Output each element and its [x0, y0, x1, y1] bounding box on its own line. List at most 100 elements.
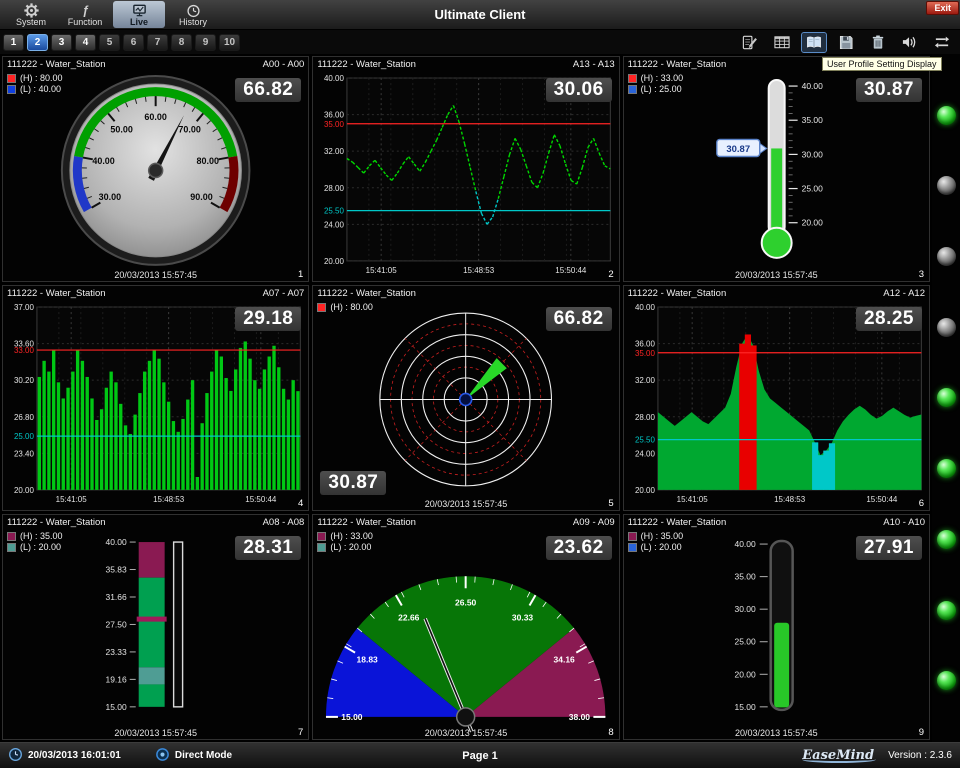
- sound-icon[interactable]: [898, 33, 922, 52]
- legend: (H) : 80.00(L) : 40.00: [7, 73, 63, 94]
- svg-text:35.00: 35.00: [734, 572, 755, 582]
- page-tab-10[interactable]: 10: [219, 34, 240, 51]
- led-indicator-4[interactable]: [937, 318, 956, 337]
- panel-5[interactable]: 111222 - Water_Station(H) : 80.0066.8230…: [312, 285, 619, 511]
- status-datetime: 20/03/2013 16:01:01: [28, 750, 121, 761]
- led-indicator-8[interactable]: [937, 601, 956, 620]
- led-indicator-6[interactable]: [937, 459, 956, 478]
- panel-header: 111222 - Water_StationA12 - A12: [624, 286, 929, 301]
- page-tab-4[interactable]: 4: [75, 34, 96, 51]
- status-bar: 20/03/2013 16:01:01 Direct Mode Page 1 E…: [0, 742, 960, 768]
- panel-header: 111222 - Water_StationA08 - A08: [3, 515, 308, 530]
- led-indicator-7[interactable]: [937, 530, 956, 549]
- station-label: 111222 - Water_Station: [628, 517, 727, 528]
- line-chart: 40.0036.0032.0028.0024.0020.0015:41:0515…: [313, 72, 618, 281]
- svg-text:20.00: 20.00: [801, 218, 822, 228]
- nav-tab-history[interactable]: History: [167, 1, 219, 28]
- nav-tab-system[interactable]: System: [5, 1, 57, 28]
- panel-header: 111222 - Water_StationA07 - A07: [3, 286, 308, 301]
- legend-swatch: [7, 532, 16, 541]
- sync-icon[interactable]: [930, 33, 954, 52]
- panel-2[interactable]: 111222 - Water_StationA13 - A1340.0036.0…: [312, 56, 619, 282]
- svg-text:30.33: 30.33: [512, 613, 533, 623]
- svg-text:38.00: 38.00: [569, 712, 590, 722]
- svg-text:31.66: 31.66: [106, 592, 127, 602]
- led-indicator-1[interactable]: [937, 106, 956, 125]
- nav-tab-label: History: [179, 17, 207, 27]
- led-indicator-9[interactable]: [937, 671, 956, 690]
- page-tab-5[interactable]: 5: [99, 34, 120, 51]
- nav-tab-label: Function: [68, 17, 103, 27]
- legend-swatch: [7, 543, 16, 552]
- save-icon[interactable]: [834, 33, 858, 52]
- page-tab-8[interactable]: 8: [171, 34, 192, 51]
- datetime-group: 20/03/2013 16:01:01: [8, 747, 121, 765]
- svg-text:30.20: 30.20: [14, 376, 34, 385]
- led-indicator-2[interactable]: [937, 176, 956, 195]
- page-tab-6[interactable]: 6: [123, 34, 144, 51]
- timestamp: 20/03/2013 15:57:45: [3, 728, 308, 738]
- value-display: 66.82: [546, 307, 612, 331]
- svg-text:15.00: 15.00: [342, 712, 363, 722]
- svg-text:40.00: 40.00: [801, 81, 822, 91]
- svg-text:35.00: 35.00: [324, 120, 344, 129]
- page-tab-2[interactable]: 2: [27, 34, 48, 51]
- value-display: 66.82: [235, 78, 301, 102]
- delete-icon[interactable]: [866, 33, 890, 52]
- exit-button[interactable]: Exit: [926, 1, 959, 15]
- svg-text:19.16: 19.16: [106, 674, 127, 684]
- svg-text:15:48:53: 15:48:53: [774, 495, 806, 504]
- page-tab-1[interactable]: 1: [3, 34, 24, 51]
- panel-body: 40.0035.8331.6627.5023.3319.1615.00(H) :…: [3, 530, 308, 739]
- panel-7[interactable]: 111222 - Water_StationA08 - A0840.0035.8…: [2, 514, 309, 740]
- panel-body: 37.0033.6030.2026.8023.4020.0015:41:0515…: [3, 301, 308, 510]
- svg-text:35.83: 35.83: [106, 565, 127, 575]
- legend-swatch: [628, 85, 637, 94]
- legend-swatch: [317, 543, 326, 552]
- svg-text:20.00: 20.00: [734, 669, 755, 679]
- svg-text:35.00: 35.00: [801, 115, 822, 125]
- page-tab-7[interactable]: 7: [147, 34, 168, 51]
- panel-index: 5: [608, 498, 613, 509]
- led-indicator-5[interactable]: [937, 388, 956, 407]
- panel-4[interactable]: 111222 - Water_StationA07 - A0737.0033.6…: [2, 285, 309, 511]
- panel-index: 3: [919, 269, 924, 280]
- nav-tab-live[interactable]: Live: [113, 1, 165, 28]
- timestamp: 20/03/2013 15:57:45: [3, 270, 308, 280]
- thermometer-chart: 40.0035.0030.0025.0020.0030.87: [624, 72, 929, 281]
- panel-8[interactable]: 111222 - Water_StationA09 - A0915.0018.8…: [312, 514, 619, 740]
- svg-text:34.16: 34.16: [554, 655, 575, 665]
- panel-body: 40.0036.0032.0028.0024.0020.0015:41:0515…: [624, 301, 929, 510]
- legend-label: (H) : 80.00: [330, 302, 373, 312]
- panel-9[interactable]: 111222 - Water_StationA10 - A1040.0035.0…: [623, 514, 930, 740]
- grid-view-icon[interactable]: [770, 33, 794, 52]
- nav-tab-function[interactable]: ƒFunction: [59, 1, 111, 28]
- legend-swatch: [628, 543, 637, 552]
- value-display: 28.25: [856, 307, 922, 331]
- panel-3[interactable]: 111222 - Water_Station40.0035.0030.0025.…: [623, 56, 930, 282]
- legend-label: (L) : 20.00: [330, 542, 371, 552]
- edit-profile-icon[interactable]: [738, 33, 762, 52]
- legend-swatch: [628, 532, 637, 541]
- svg-text:15:50:44: 15:50:44: [556, 266, 588, 275]
- legend-row: (L) : 20.00: [7, 542, 63, 552]
- panel-grid: 111222 - Water_StationA00 - A0030.0040.0…: [0, 54, 932, 742]
- led-indicator-3[interactable]: [937, 247, 956, 266]
- bar-chart: 37.0033.6030.2026.8023.4020.0015:41:0515…: [3, 301, 308, 510]
- page-tab-3[interactable]: 3: [51, 34, 72, 51]
- legend-label: (H) : 35.00: [20, 531, 63, 541]
- panel-body: 15.0018.8322.6626.5030.3334.1638.00(H) :…: [313, 530, 618, 739]
- svg-text:60.00: 60.00: [144, 112, 166, 122]
- svg-text:32.00: 32.00: [324, 147, 344, 156]
- panel-header: 111222 - Water_Station: [313, 286, 618, 301]
- page-tab-9[interactable]: 9: [195, 34, 216, 51]
- svg-text:37.00: 37.00: [14, 303, 34, 312]
- svg-text:25.00: 25.00: [734, 637, 755, 647]
- user-profile-book-icon[interactable]: [802, 33, 826, 52]
- legend-swatch: [7, 85, 16, 94]
- legend: (H) : 80.00: [317, 302, 373, 312]
- svg-text:15:50:44: 15:50:44: [245, 495, 277, 504]
- panel-6[interactable]: 111222 - Water_StationA12 - A1240.0036.0…: [623, 285, 930, 511]
- panel-1[interactable]: 111222 - Water_StationA00 - A0030.0040.0…: [2, 56, 309, 282]
- panel-body: (H) : 80.0066.8230.8720/03/2013 15:57:45…: [313, 301, 618, 510]
